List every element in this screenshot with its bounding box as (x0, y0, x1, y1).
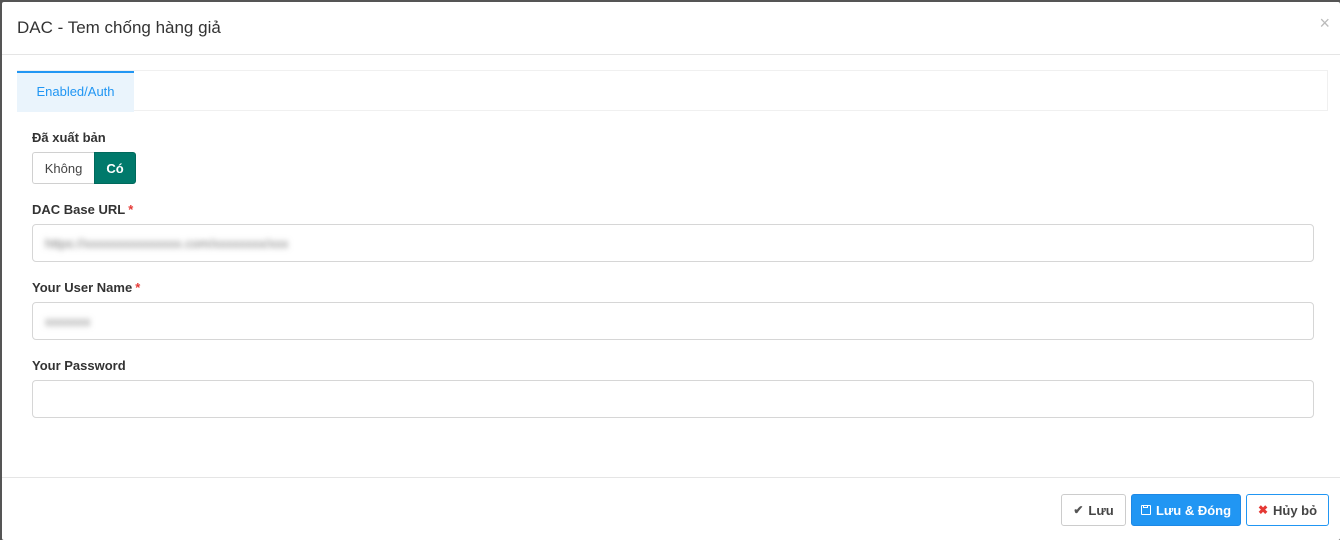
floppy-disk-icon (1140, 505, 1151, 515)
save-button-label: Lưu (1088, 502, 1114, 518)
password-input[interactable] (32, 380, 1314, 418)
tab-bar: Enabled/Auth (17, 70, 1328, 112)
cancel-button[interactable]: ✖ Hủy bỏ (1246, 494, 1329, 526)
published-toggle: Không Có (32, 152, 136, 184)
save-and-close-button[interactable]: Lưu & Đóng (1131, 494, 1241, 526)
base-url-label: DAC Base URL * (32, 202, 133, 217)
cancel-button-label: Hủy bỏ (1273, 502, 1318, 518)
published-option-no[interactable]: Không (32, 152, 94, 184)
modal-dialog: DAC - Tem chống hàng giả × Enabled/Auth … (2, 2, 1340, 540)
base-url-value: https://xxxxxxxxxxxxxxx.com/xxxxxxxx/xxx (45, 235, 289, 251)
check-icon: ✔ (1073, 503, 1084, 517)
modal-title: DAC - Tem chống hàng giả (17, 18, 221, 37)
published-option-yes[interactable]: Có (94, 152, 136, 184)
times-icon: ✖ (1257, 503, 1268, 517)
modal-header: DAC - Tem chống hàng giả × (2, 2, 1340, 55)
tab-enabled-auth[interactable]: Enabled/Auth (17, 71, 134, 112)
user-name-value: xxxxxxx (45, 313, 91, 329)
user-name-label-text: Your User Name (32, 280, 133, 295)
required-mark: * (135, 280, 141, 295)
user-name-label: Your User Name * (32, 280, 140, 295)
modal-footer: ✔ Lưu Lưu & Đóng ✖ Hủy bỏ (2, 477, 1340, 540)
user-name-input[interactable]: xxxxxxx (32, 302, 1314, 340)
base-url-label-text: DAC Base URL (32, 202, 126, 217)
base-url-input[interactable]: https://xxxxxxxxxxxxxxx.com/xxxxxxxx/xxx (32, 224, 1314, 262)
password-label: Your Password (32, 358, 126, 373)
close-icon[interactable]: × (1319, 14, 1330, 32)
save-and-close-label: Lưu & Đóng (1155, 502, 1232, 518)
published-label: Đã xuất bản (32, 130, 106, 145)
save-button[interactable]: ✔ Lưu (1061, 494, 1126, 526)
required-mark: * (128, 202, 134, 217)
